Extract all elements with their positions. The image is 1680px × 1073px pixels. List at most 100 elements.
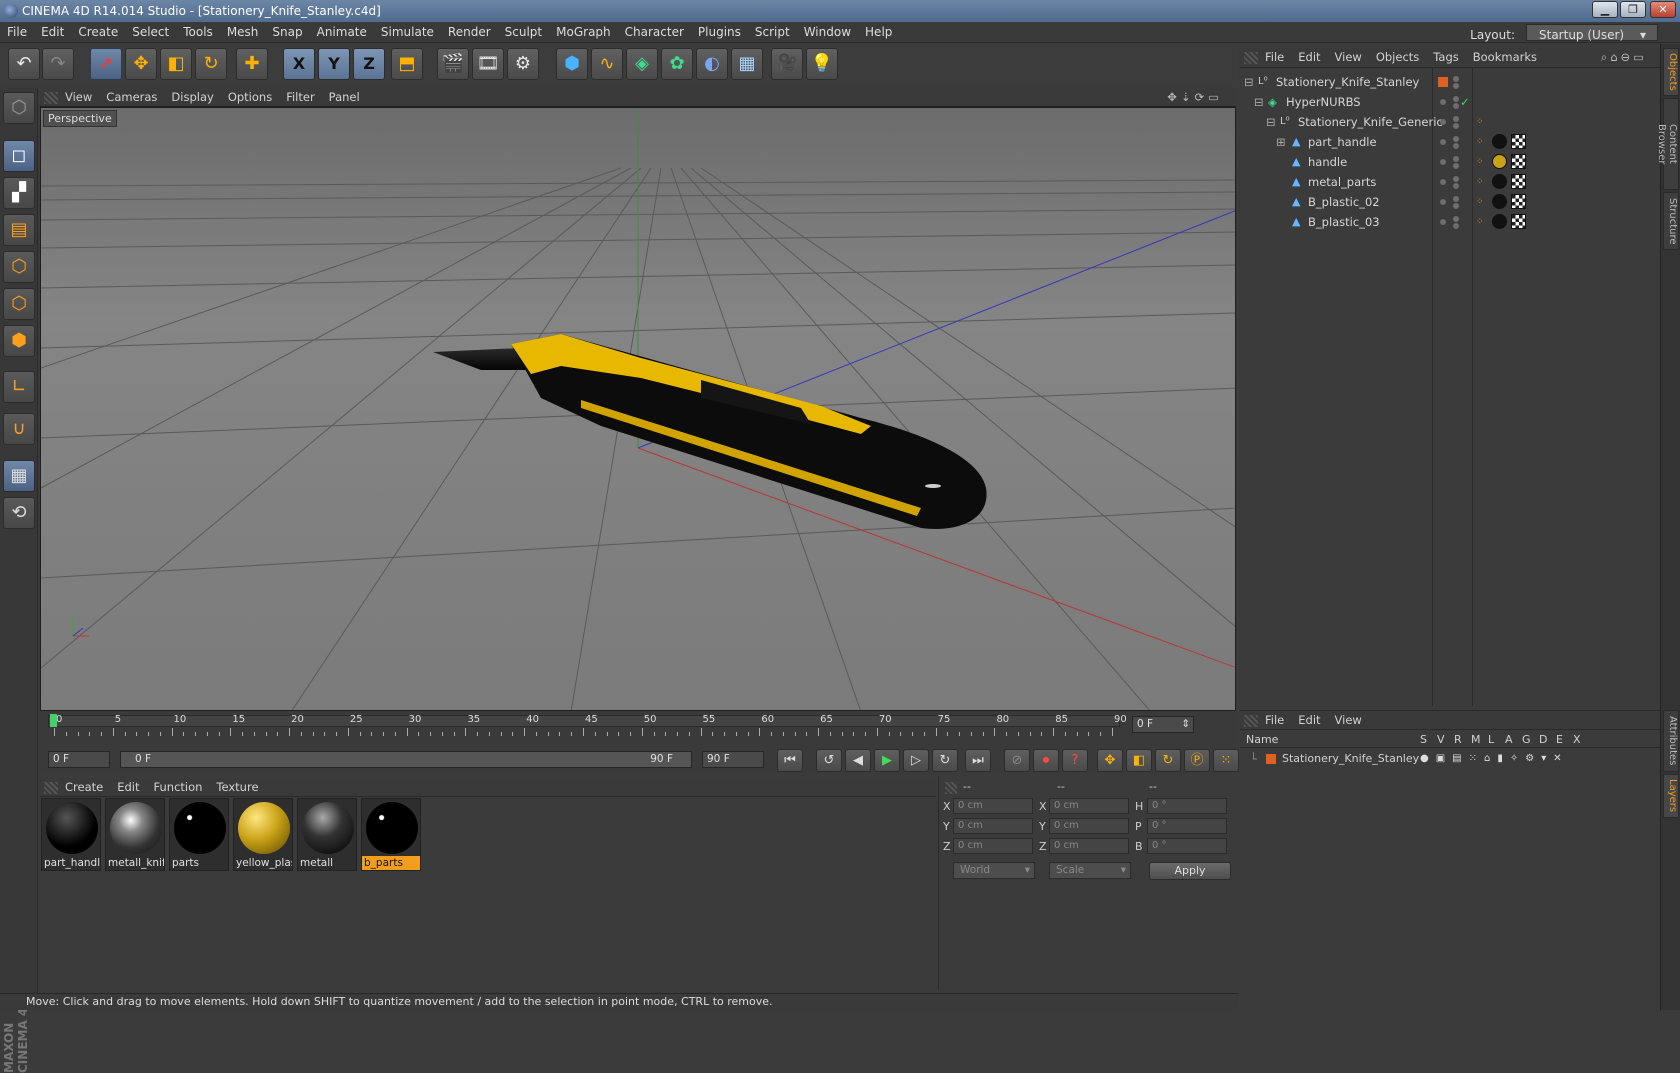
obj-menu-view[interactable]: View [1328, 48, 1369, 67]
make-editable-icon[interactable]: ⬡ [3, 92, 35, 124]
next-key-icon[interactable]: ↻ [932, 749, 958, 772]
cube-icon[interactable]: ⬢ [556, 48, 588, 80]
expand-icon[interactable]: ⊞ [1276, 132, 1286, 152]
material-swatch[interactable]: metall [297, 798, 357, 871]
phong-tag-icon[interactable]: ⁘ [1476, 112, 1484, 132]
obj-menu-edit[interactable]: Edit [1291, 48, 1327, 67]
points-mode-icon[interactable]: ⬡ [3, 251, 35, 283]
menu-help[interactable]: Help [858, 22, 899, 43]
obj-menu-file[interactable]: File [1258, 48, 1291, 67]
layer-menu-file[interactable]: File [1258, 711, 1291, 730]
layer-row[interactable]: └ Stationery_Knife_Stanley ●▣▤⁙⌂▮✧⚙▾✕ [1240, 750, 1660, 768]
render-dot[interactable] [1453, 83, 1459, 89]
visibility-dot[interactable] [1453, 116, 1459, 122]
render-picture-viewer-icon[interactable]: 🎞 [472, 48, 504, 80]
object-row[interactable]: ⊟ L⁰ Stationery_Knife_Generic ⁘ [1240, 112, 1660, 132]
go-to-start-icon[interactable]: ⏮ [777, 749, 803, 772]
object-row[interactable]: ⊟ L⁰ Stationery_Knife_Stanley [1240, 72, 1660, 92]
object-row[interactable]: ▲ B_plastic_02 ⁘ [1240, 192, 1660, 212]
layer-menu-edit[interactable]: Edit [1291, 711, 1327, 730]
obj-menu-tags[interactable]: Tags [1426, 48, 1465, 67]
maximize-button[interactable]: ❐ [1620, 1, 1646, 18]
viewport-menu-panel[interactable]: Panel [322, 88, 367, 107]
visibility-dot[interactable] [1453, 196, 1459, 202]
material-tag-icon[interactable] [1492, 194, 1507, 209]
position-y-field[interactable]: 0 cm [953, 818, 1033, 834]
rotation-h-field[interactable]: 0 ° [1147, 798, 1227, 814]
spline-icon[interactable]: ∿ [591, 48, 623, 80]
uvw-tag-icon[interactable] [1511, 154, 1526, 169]
timeline-track[interactable] [48, 715, 1120, 727]
material-tag-icon[interactable] [1492, 154, 1507, 169]
layer-menu-view[interactable]: View [1328, 711, 1369, 730]
menu-animate[interactable]: Animate [310, 22, 374, 43]
render-dot[interactable] [1453, 203, 1459, 209]
menu-window[interactable]: Window [797, 22, 858, 43]
material-swatch[interactable]: yellow_plas [233, 798, 293, 871]
object-manager-tools-icons[interactable]: ⌕⌂⊖▭ [1594, 48, 1654, 67]
mat-menu-function[interactable]: Function [147, 778, 210, 797]
grip-handle-icon[interactable] [1244, 52, 1258, 64]
render-dot[interactable] [1453, 103, 1459, 109]
size-x-field[interactable]: 0 cm [1049, 798, 1129, 814]
visibility-dot[interactable] [1453, 176, 1459, 182]
keyframe-selection-icon[interactable]: ? [1062, 749, 1088, 772]
create-object-icon[interactable]: ✚ [236, 48, 268, 80]
floor-icon[interactable]: ▦ [731, 48, 763, 80]
object-row[interactable]: ▲ metal_parts ⁘ [1240, 172, 1660, 192]
viewport-menu-display[interactable]: Display [164, 88, 220, 107]
polygons-mode-icon[interactable]: ⬢ [3, 325, 35, 357]
menu-character[interactable]: Character [618, 22, 691, 43]
mat-menu-create[interactable]: Create [58, 778, 110, 797]
menu-select[interactable]: Select [125, 22, 176, 43]
viewport-menu-options[interactable]: Options [221, 88, 279, 107]
current-frame-field[interactable]: 0 F ⇕ [1132, 716, 1194, 733]
autokeying-icon[interactable]: ⏺ [1033, 749, 1059, 772]
axis-mode-icon[interactable]: ∟ [3, 371, 35, 403]
previous-frame-icon[interactable]: ◀ [845, 749, 871, 772]
uvw-tag-icon[interactable] [1511, 214, 1526, 229]
viewport-nav-icons[interactable]: ✥⇣⟳▭ [1160, 88, 1230, 107]
close-button[interactable]: ✕ [1650, 1, 1676, 18]
go-to-end-icon[interactable]: ⏭ [965, 749, 991, 772]
key-position-icon[interactable]: ✥ [1097, 749, 1123, 772]
tab-content-browser[interactable]: Content Browser [1656, 98, 1679, 190]
key-rotation-icon[interactable]: ↻ [1155, 749, 1181, 772]
viewport-menu-view[interactable]: View [58, 88, 99, 107]
material-tag-icon[interactable] [1492, 174, 1507, 189]
rotation-p-field[interactable]: 0 ° [1147, 818, 1227, 834]
menu-render[interactable]: Render [441, 22, 498, 43]
visibility-dot[interactable] [1453, 136, 1459, 142]
phong-tag-icon[interactable]: ⁘ [1476, 152, 1484, 172]
render-dot[interactable] [1453, 223, 1459, 229]
scale-icon[interactable]: ◧ [160, 48, 192, 80]
collapse-icon[interactable]: ⊟ [1244, 72, 1254, 92]
grip-handle-icon[interactable] [44, 782, 58, 794]
tab-objects[interactable]: Objects [1663, 48, 1679, 96]
visibility-dot[interactable] [1453, 76, 1459, 82]
obj-menu-objects[interactable]: Objects [1369, 48, 1426, 67]
locked-workplane-icon[interactable]: ⟲ [3, 497, 35, 529]
object-row[interactable]: ⊞ ▲ part_handle ⁘ [1240, 132, 1660, 152]
position-z-field[interactable]: 0 cm [953, 838, 1033, 854]
material-tag-icon[interactable] [1492, 134, 1507, 149]
render-dot[interactable] [1453, 163, 1459, 169]
next-frame-icon[interactable]: ▷ [903, 749, 929, 772]
menu-snap[interactable]: Snap [265, 22, 309, 43]
visibility-dot[interactable] [1453, 216, 1459, 222]
menu-tools[interactable]: Tools [176, 22, 220, 43]
phong-tag-icon[interactable]: ⁘ [1476, 172, 1484, 192]
menu-create[interactable]: Create [71, 22, 125, 43]
rotation-b-field[interactable]: 0 ° [1147, 838, 1227, 854]
rotate-icon[interactable]: ↻ [195, 48, 227, 80]
undo-icon[interactable]: ↶ [8, 48, 40, 80]
tab-structure[interactable]: Structure [1663, 192, 1679, 250]
object-row[interactable]: ▲ B_plastic_03 ⁘ [1240, 212, 1660, 232]
material-tag-icon[interactable] [1492, 214, 1507, 229]
end-frame-field[interactable]: 90 F [702, 751, 764, 768]
edges-mode-icon[interactable]: ⬡ [3, 288, 35, 320]
menu-plugins[interactable]: Plugins [691, 22, 748, 43]
start-frame-field[interactable]: 0 F [48, 751, 110, 768]
move-icon[interactable]: ✥ [125, 48, 157, 80]
workplane-mode-icon[interactable]: ▤ [3, 214, 35, 246]
